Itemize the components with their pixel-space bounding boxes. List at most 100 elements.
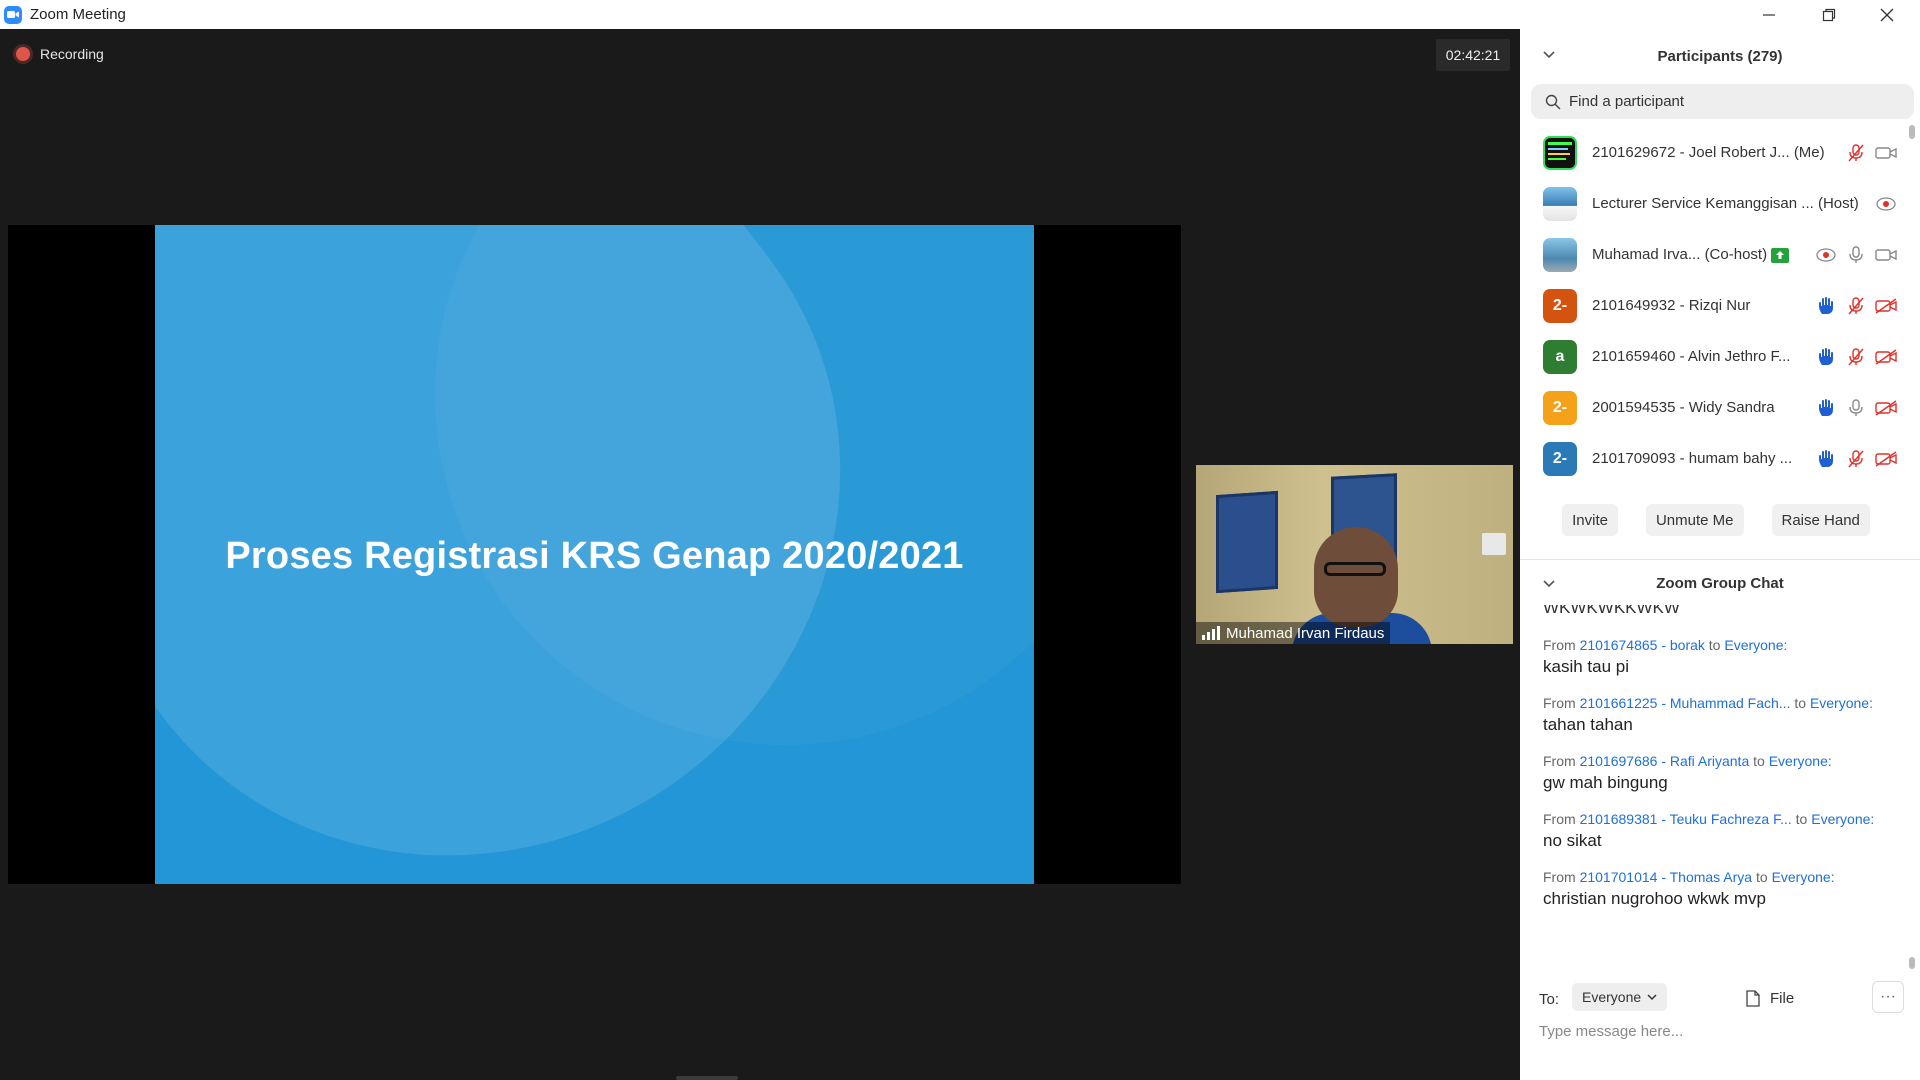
participant-row[interactable]: Lecturer Service Kemanggisan ... (Host) <box>1520 179 1912 230</box>
chat-message-text: WKWKWKKWKW <box>1543 605 1680 617</box>
slide-title: Proses Registrasi KRS Genap 2020/2021 <box>225 535 964 577</box>
chat-message: From 2101701014 - Thomas Arya to Everyon… <box>1543 869 1903 909</box>
raise-hand-icon <box>1814 397 1838 419</box>
video-off-icon[interactable] <box>1874 448 1898 470</box>
close-icon <box>1880 8 1894 21</box>
video-icon[interactable] <box>1874 244 1898 266</box>
restore-button[interactable] <box>1800 0 1858 29</box>
video-off-icon[interactable] <box>1874 346 1898 368</box>
participant-search[interactable] <box>1531 84 1914 119</box>
chat-message-meta: From 2101674865 - borak to Everyone: <box>1543 637 1788 653</box>
signal-strength-icon <box>1202 626 1220 640</box>
minimize-icon <box>1763 13 1775 16</box>
search-icon <box>1545 94 1561 109</box>
sender-link[interactable]: 2101661225 - Muhammad Fach... <box>1580 695 1791 711</box>
participant-name: 2101709093 - humam bahy ... <box>1592 450 1793 467</box>
sender-link[interactable]: 2101674865 - borak <box>1580 637 1705 653</box>
video-participant-name: Muhamad Irvan Firdaus <box>1226 624 1385 642</box>
video-off-icon[interactable] <box>1874 397 1898 419</box>
mic-muted-icon[interactable] <box>1844 142 1868 164</box>
meeting-view: Recording 02:42:21 Proses Registrasi KRS… <box>0 29 1520 1080</box>
recording-label: Recording <box>40 46 104 62</box>
toolbar-handle[interactable] <box>676 1076 738 1080</box>
avatar <box>1543 238 1577 272</box>
chat-message-input[interactable] <box>1539 1023 1899 1040</box>
recipient-link[interactable]: Everyone: <box>1772 869 1835 885</box>
recipient-value: Everyone <box>1582 989 1642 1005</box>
participant-name: Muhamad Irva... (Co-host) <box>1592 246 1790 263</box>
sender-link[interactable]: 2101689381 - Teuku Fachreza F... <box>1580 811 1792 827</box>
chat-header: Zoom Group Chat <box>1520 561 1920 605</box>
participant-name: 2101659460 - Alvin Jethro F... <box>1592 348 1791 365</box>
unmute-me-button[interactable]: Unmute Me <box>1645 504 1744 536</box>
presenter-figure <box>1314 527 1398 627</box>
participant-video[interactable]: Muhamad Irvan Firdaus <box>1196 465 1513 644</box>
search-input[interactable] <box>1569 93 1889 110</box>
avatar <box>1543 187 1577 221</box>
chat-scrollbar[interactable] <box>1909 615 1915 969</box>
chat-message-text: gw mah bingung <box>1543 773 1668 792</box>
participant-row[interactable]: Muhamad Irva... (Co-host) <box>1520 230 1912 281</box>
close-button[interactable] <box>1858 0 1916 29</box>
raise-hand-icon <box>1814 346 1838 368</box>
participant-row[interactable]: 2- 2101709093 - humam bahy ... <box>1520 434 1912 485</box>
chat-title: Zoom Group Chat <box>1656 574 1784 592</box>
recipient-link[interactable]: Everyone: <box>1810 695 1873 711</box>
participant-row[interactable]: 2- 2101649932 - Rizqi Nur <box>1520 281 1912 332</box>
sender-link[interactable]: 2101697686 - Rafi Ariyanta <box>1580 753 1750 769</box>
participant-name: Lecturer Service Kemanggisan ... (Host) <box>1592 195 1859 212</box>
recipient-link[interactable]: Everyone: <box>1724 637 1787 653</box>
screen-share-icon <box>1771 247 1790 263</box>
chevron-down-icon <box>1647 994 1657 1001</box>
meeting-timer: 02:42:21 <box>1436 39 1510 71</box>
participant-row[interactable]: a 2101659460 - Alvin Jethro F... <box>1520 332 1912 383</box>
mic-muted-icon[interactable] <box>1844 346 1868 368</box>
recipient-dropdown[interactable]: Everyone <box>1572 983 1668 1011</box>
chat-message-text: kasih tau pi <box>1543 657 1629 676</box>
chevron-down-icon[interactable] <box>1542 47 1556 61</box>
participant-row[interactable]: 2- 2001594535 - Widy Sandra <box>1520 383 1912 434</box>
video-icon[interactable] <box>1874 142 1898 164</box>
mic-muted-icon[interactable] <box>1844 295 1868 317</box>
more-options-button[interactable]: ··· <box>1872 981 1904 1013</box>
chat-messages: WKWKWKKWKW From 2101674865 - borak to Ev… <box>1543 605 1903 965</box>
recording-indicator[interactable]: Recording <box>16 46 104 62</box>
chat-message: From 2101661225 - Muhammad Fach... to Ev… <box>1543 695 1903 735</box>
window-title: Zoom Meeting <box>30 6 126 23</box>
avatar: 2- <box>1543 289 1577 323</box>
recipient-link[interactable]: Everyone: <box>1811 811 1874 827</box>
chat-message-meta: From 2101701014 - Thomas Arya to Everyon… <box>1543 869 1835 885</box>
panel-divider[interactable] <box>1520 559 1920 560</box>
avatar: 2- <box>1543 391 1577 425</box>
recording-icon <box>1874 193 1898 215</box>
file-button[interactable]: File <box>1746 984 1794 1012</box>
video-off-icon[interactable] <box>1874 295 1898 317</box>
restore-icon <box>1822 8 1836 21</box>
chat-message: From 2101689381 - Teuku Fachreza F... to… <box>1543 811 1903 851</box>
raise-hand-icon <box>1814 295 1838 317</box>
screen-share-view: Proses Registrasi KRS Genap 2020/2021 <box>8 225 1181 884</box>
recording-dot-icon <box>16 47 30 61</box>
raise-hand-button[interactable]: Raise Hand <box>1771 504 1870 536</box>
chat-message: From 2101674865 - borak to Everyone: kas… <box>1543 637 1903 677</box>
wall-switch <box>1482 533 1506 555</box>
mic-muted-icon[interactable] <box>1844 448 1868 470</box>
chat-message-text: no sikat <box>1543 831 1602 850</box>
mic-icon[interactable] <box>1844 244 1868 266</box>
file-label: File <box>1770 989 1795 1007</box>
side-panel: Participants (279) 2101629672 - Joel Rob… <box>1520 29 1920 1080</box>
chat-message: From 2101697686 - Rafi Ariyanta to Every… <box>1543 753 1903 793</box>
raise-hand-icon <box>1814 448 1838 470</box>
sender-link[interactable]: 2101701014 - Thomas Arya <box>1580 869 1753 885</box>
participants-header: Participants (279) <box>1520 29 1920 83</box>
mic-icon[interactable] <box>1844 397 1868 419</box>
invite-button[interactable]: Invite <box>1562 504 1618 536</box>
chat-composer: To: Everyone File ··· <box>1520 976 1920 1080</box>
participant-row[interactable]: 2101629672 - Joel Robert J... (Me) <box>1520 128 1912 179</box>
file-icon <box>1746 989 1760 1007</box>
participants-scrollbar[interactable] <box>1909 125 1915 139</box>
minimize-button[interactable] <box>1740 0 1798 29</box>
video-name-tag: Muhamad Irvan Firdaus <box>1196 622 1391 644</box>
recipient-link[interactable]: Everyone: <box>1769 753 1832 769</box>
chevron-down-icon[interactable] <box>1542 576 1556 590</box>
